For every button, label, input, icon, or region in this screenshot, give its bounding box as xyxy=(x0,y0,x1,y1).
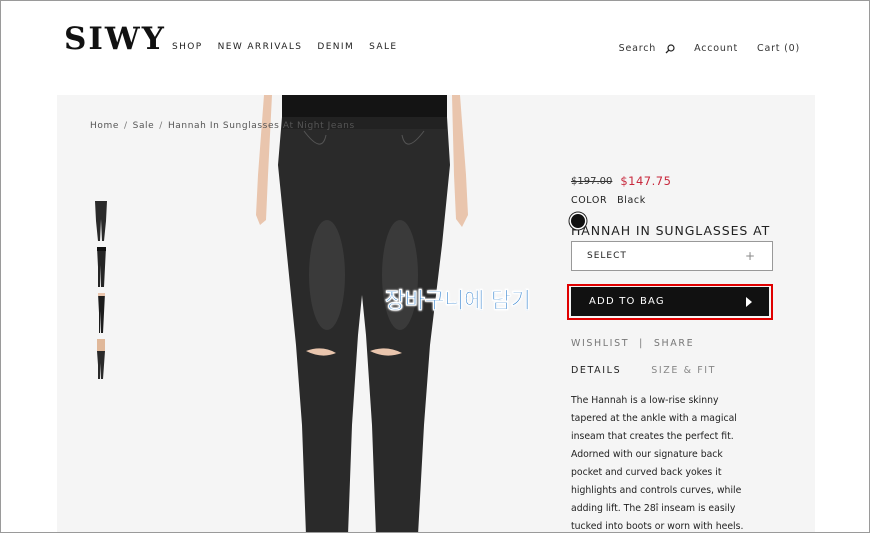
color-row: COLOR Black xyxy=(571,195,646,206)
search-label: Search xyxy=(618,43,657,54)
original-price: $197.00 xyxy=(571,175,613,187)
nav-sale[interactable]: SALE xyxy=(369,42,397,52)
breadcrumb-sale[interactable]: Sale xyxy=(133,121,155,131)
nav-new-arrivals[interactable]: NEW ARRIVALS xyxy=(218,42,303,52)
color-value: Black xyxy=(617,195,646,206)
nav-shop[interactable]: SHOP xyxy=(172,42,203,52)
search-icon xyxy=(665,43,675,53)
main-nav: SHOP NEW ARRIVALS DENIM SALE xyxy=(172,42,397,52)
browser-frame: SIWY SHOP NEW ARRIVALS DENIM SALE Search… xyxy=(0,0,870,533)
color-swatch-black[interactable] xyxy=(571,214,585,228)
thumbnail-list xyxy=(90,201,112,379)
chevron-right-icon xyxy=(746,296,752,307)
size-select-label: SELECT xyxy=(587,251,627,261)
nav-denim[interactable]: DENIM xyxy=(317,42,354,52)
share-link[interactable]: SHARE xyxy=(654,338,694,349)
account-link[interactable]: Account xyxy=(694,43,738,54)
thumbnail-front[interactable] xyxy=(90,201,112,241)
breadcrumb-separator: / xyxy=(159,121,163,131)
search-link[interactable]: Search xyxy=(619,43,675,54)
product-description: The Hannah is a low-rise skinny tapered … xyxy=(571,395,744,532)
add-to-bag-button[interactable]: ADD TO BAG xyxy=(571,287,769,316)
breadcrumb-home[interactable]: Home xyxy=(90,121,119,131)
plus-icon: + xyxy=(744,249,756,263)
tab-details[interactable]: DETAILS xyxy=(571,365,621,376)
sale-price: $147.75 xyxy=(620,174,672,188)
utility-nav: Search Account Cart (0) xyxy=(619,43,800,54)
cart-link[interactable]: Cart (0) xyxy=(757,43,800,54)
breadcrumb: Home / Sale / Hannah In Sunglasses At Ni… xyxy=(90,121,355,131)
tab-size-fit[interactable]: SIZE & FIT xyxy=(651,365,716,376)
add-to-bag-label: ADD TO BAG xyxy=(589,296,665,307)
thumbnail-styled[interactable] xyxy=(90,339,112,379)
thumbnail-back[interactable] xyxy=(90,293,112,333)
size-select[interactable]: SELECT + xyxy=(571,241,773,271)
price-row: $197.00 $147.75 xyxy=(571,174,671,188)
breadcrumb-current: Hannah In Sunglasses At Night Jeans xyxy=(167,121,355,131)
thumbnail-side[interactable] xyxy=(90,247,112,287)
wishlist-link[interactable]: WISHLIST xyxy=(571,338,629,349)
wishlist-share-row: WISHLIST | SHARE xyxy=(571,338,694,349)
product-tabs: DETAILS SIZE & FIT xyxy=(571,365,716,376)
divider: | xyxy=(639,338,644,349)
breadcrumb-separator: / xyxy=(123,121,128,131)
add-to-cart-annotation: 장바구니에 담기 xyxy=(385,289,531,314)
color-label: COLOR xyxy=(571,195,608,206)
siwy-logo[interactable]: SIWY xyxy=(64,21,166,57)
